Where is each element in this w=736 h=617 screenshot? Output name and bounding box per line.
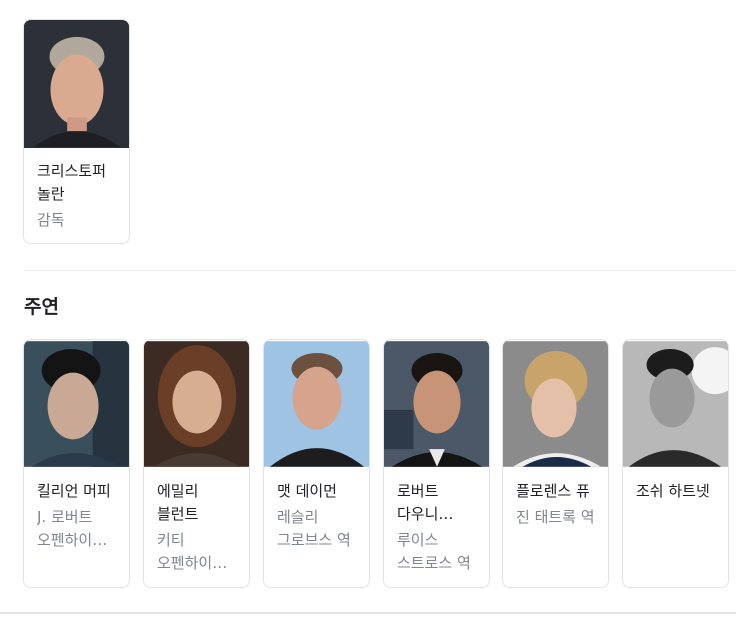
cast-card[interactable]: 에밀리 블런트 키티 오펜하이머 역: [143, 339, 250, 588]
cast-card[interactable]: 플로렌스 퓨 진 태트록 역: [502, 339, 609, 588]
director-card[interactable]: 크리스토퍼 놀란 감독: [23, 19, 130, 244]
cast-name: 로버트 다우니 주니…: [397, 482, 439, 523]
director-name: 크리스토퍼 놀란: [37, 162, 107, 203]
cast-name: 조쉬 하트넷: [636, 482, 710, 500]
person-photo-icon: [384, 341, 489, 467]
section-divider: [24, 270, 736, 271]
cast-card[interactable]: 맷 데이먼 레슬리 그로브스 역: [263, 339, 370, 588]
cast-name: 맷 데이먼: [277, 482, 337, 500]
cast-name: 에밀리 블런트: [157, 482, 199, 523]
director-photo: [24, 20, 129, 148]
cast-role: 루이스 스트로스 역: [397, 531, 471, 572]
person-photo-icon: [503, 341, 608, 467]
cast-photo: [144, 340, 249, 468]
cast-name: 플로렌스 퓨: [516, 482, 590, 500]
cast-role: J. 로버트 오펜하이…: [37, 508, 108, 549]
person-photo-icon: [623, 341, 728, 467]
cast-name: 킬리언 머피: [37, 482, 111, 500]
person-photo-icon: [24, 341, 129, 467]
cast-photo: [623, 340, 728, 468]
cast-role: 레슬리 그로브스 역: [277, 508, 351, 549]
person-photo-icon: [264, 341, 369, 467]
cast-card[interactable]: 로버트 다우니 주니… 루이스 스트로스 역: [383, 339, 490, 588]
cast-photo: [24, 340, 129, 468]
person-photo-icon: [144, 341, 249, 467]
cast-card[interactable]: 조쉬 하트넷: [622, 339, 729, 588]
cast-role: 키티 오펜하이머 역: [157, 531, 227, 572]
bottom-divider: [0, 612, 736, 614]
cast-section-title: 주연: [24, 296, 59, 318]
cast-role: 진 태트록 역: [516, 508, 595, 526]
cast-card[interactable]: 킬리언 머피 J. 로버트 오펜하이…: [23, 339, 130, 588]
director-role: 감독: [37, 211, 65, 229]
cast-photo: [264, 340, 369, 468]
person-photo-icon: [24, 21, 129, 147]
cast-photo: [384, 340, 489, 468]
cast-photo: [503, 340, 608, 468]
